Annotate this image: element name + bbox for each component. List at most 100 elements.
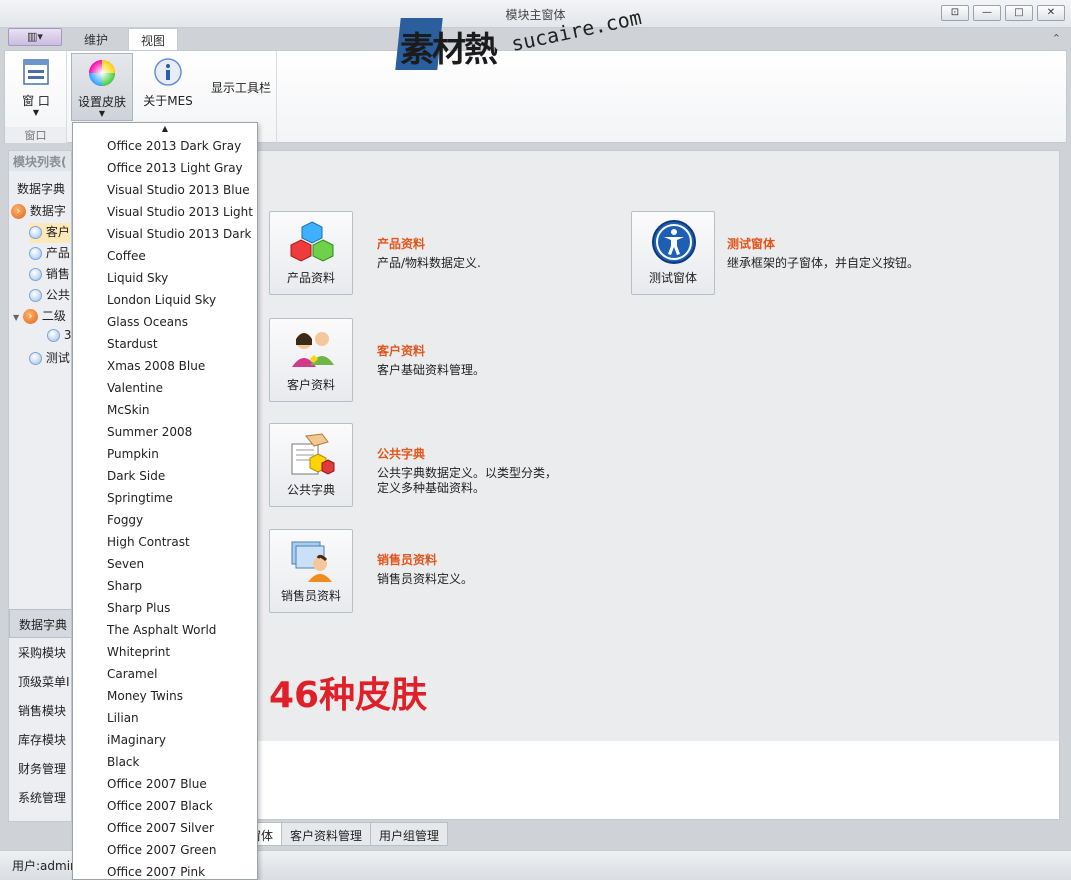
tab-maintain[interactable]: 维护	[72, 28, 120, 50]
watermark-logo: 素材熱	[395, 18, 518, 74]
module-dictionary-button[interactable]: 公共字典	[269, 423, 353, 507]
module-title[interactable]: 测试窗体	[727, 235, 775, 252]
minimize-button[interactable]: —	[973, 5, 1001, 21]
node-icon	[29, 352, 42, 365]
module-caption: 公共字典	[286, 483, 335, 497]
window-button[interactable]: 窗 口 ▼	[9, 53, 63, 121]
skin-menu-item[interactable]: Valentine	[73, 377, 257, 399]
nav-data-dict[interactable]: 数据字典	[9, 609, 71, 638]
module-group-title[interactable]: 数据字典	[9, 177, 71, 198]
nav-purchase[interactable]: 采购模块	[9, 638, 71, 667]
accessibility-icon	[652, 220, 696, 264]
tree-node-data-dict[interactable]: › 数据字	[11, 202, 66, 222]
customers-icon	[292, 332, 334, 367]
tree-node-product[interactable]: 产品	[29, 244, 70, 264]
skin-menu-item[interactable]: Office 2007 Silver	[73, 817, 257, 839]
close-button[interactable]: ✕	[1037, 5, 1065, 21]
skin-menu-item[interactable]: Office 2013 Light Gray	[73, 157, 257, 179]
show-toolbar-button[interactable]: 显示工具栏	[211, 79, 271, 96]
ribbon-group-label: 窗口	[5, 127, 66, 143]
collapse-ribbon-icon[interactable]: ⌃	[1052, 32, 1061, 45]
about-mes-button[interactable]: 关于MES	[137, 53, 199, 121]
nav-top-menu[interactable]: 顶级菜单I	[9, 667, 71, 696]
skin-menu-item[interactable]: Office 2007 Black	[73, 795, 257, 817]
tab-view[interactable]: 视图	[128, 28, 179, 50]
skin-menu-item[interactable]: Visual Studio 2013 Light	[73, 201, 257, 223]
skin-menu-item[interactable]: Visual Studio 2013 Dark	[73, 223, 257, 245]
document-tabs: 窗体 客户资料管理 用户组管理	[240, 822, 449, 846]
nav-inventory[interactable]: 库存模块	[9, 725, 71, 754]
skin-menu-item[interactable]: Visual Studio 2013 Blue	[73, 179, 257, 201]
node-icon	[47, 329, 60, 342]
skin-menu-item[interactable]: Xmas 2008 Blue	[73, 355, 257, 377]
module-test-button[interactable]: 测试窗体	[631, 211, 715, 295]
module-salesman-button[interactable]: 销售员资料	[269, 529, 353, 613]
expand-icon: ›	[11, 204, 26, 219]
module-title[interactable]: 销售员资料	[377, 551, 437, 568]
module-title[interactable]: 客户资料	[377, 342, 425, 359]
skin-menu-item[interactable]: Sharp	[73, 575, 257, 597]
skin-menu-item[interactable]: London Liquid Sky	[73, 289, 257, 311]
node-icon	[29, 268, 42, 281]
module-description: 公共字典数据定义。以类型分类， 定义多种基础资料。	[377, 466, 558, 495]
module-title[interactable]: 公共字典	[377, 445, 425, 462]
skin-menu-item[interactable]: High Contrast	[73, 531, 257, 553]
salesman-icon	[291, 541, 332, 582]
module-customer-button[interactable]: 客户资料	[269, 318, 353, 402]
nav-finance[interactable]: 财务管理	[9, 754, 71, 783]
skin-menu-item[interactable]: Black	[73, 751, 257, 773]
node-icon	[29, 289, 42, 302]
node-icon	[29, 247, 42, 260]
skin-menu-item[interactable]: McSkin	[73, 399, 257, 421]
window-controls: ⊡ — □ ✕	[941, 5, 1065, 21]
title-bar: 模块主窗体 ⊡ — □ ✕	[0, 0, 1071, 28]
skin-menu-item[interactable]: Office 2013 Dark Gray	[73, 135, 257, 157]
nav-system[interactable]: 系统管理	[9, 783, 71, 812]
skin-menu-item[interactable]: Foggy	[73, 509, 257, 531]
chevron-down-icon: ▼	[13, 313, 20, 322]
tree-node-public[interactable]: 公共	[29, 286, 70, 306]
scroll-up-icon[interactable]: ▲	[73, 123, 257, 135]
tree-node-test[interactable]: 测试	[29, 349, 70, 369]
skin-menu-item[interactable]: The Asphalt World	[73, 619, 257, 641]
skin-menu-item[interactable]: Seven	[73, 553, 257, 575]
module-title[interactable]: 产品资料	[377, 235, 425, 252]
tree-node-level2[interactable]: ▼ › 二级	[13, 307, 66, 327]
skin-menu-item[interactable]: Caramel	[73, 663, 257, 685]
skin-menu-item[interactable]: Glass Oceans	[73, 311, 257, 333]
skin-menu-item[interactable]: iMaginary	[73, 729, 257, 751]
skin-menu-item[interactable]: Money Twins	[73, 685, 257, 707]
doc-tab-usergroup[interactable]: 用户组管理	[370, 822, 449, 846]
maximize-button[interactable]: □	[1005, 5, 1033, 21]
skin-menu-item[interactable]: Coffee	[73, 245, 257, 267]
nav-sales[interactable]: 销售模块	[9, 696, 71, 725]
skin-menu-item[interactable]: Dark Side	[73, 465, 257, 487]
skin-menu-item[interactable]: Office 2007 Blue	[73, 773, 257, 795]
tree-node-level3[interactable]: 3	[47, 328, 71, 348]
tree-node-sales[interactable]: 销售	[29, 265, 70, 285]
expand-icon: ›	[22, 309, 38, 324]
skin-menu-item[interactable]: Sharp Plus	[73, 597, 257, 619]
module-description: 客户基础资料管理。	[377, 363, 486, 377]
skin-count-label: 46种皮肤	[269, 675, 428, 716]
module-description: 销售员资料定义。	[377, 572, 474, 586]
dictionary-icon	[291, 433, 335, 475]
restore-icon[interactable]: ⊡	[941, 5, 969, 21]
module-description: 继承框架的子窗体，并自定义按钮。	[727, 256, 920, 270]
skin-menu-item[interactable]: Liquid Sky	[73, 267, 257, 289]
tree-node-customer[interactable]: 客户	[29, 223, 70, 243]
module-product-button[interactable]: 产品资料	[269, 211, 353, 295]
skin-menu-item[interactable]: Office 2007 Pink	[73, 861, 257, 879]
skin-menu-item[interactable]: Pumpkin	[73, 443, 257, 465]
skin-menu-item[interactable]: Office 2007 Green	[73, 839, 257, 861]
skin-menu-item[interactable]: Lilian	[73, 707, 257, 729]
skin-button[interactable]: 设置皮肤 ▼	[71, 53, 133, 121]
node-icon	[29, 226, 42, 239]
app-menu-button[interactable]: ▥▾	[8, 28, 62, 46]
skin-menu-item[interactable]: Summer 2008	[73, 421, 257, 443]
skin-menu-item[interactable]: Stardust	[73, 333, 257, 355]
skin-menu-item[interactable]: Whiteprint	[73, 641, 257, 663]
skin-dropdown-menu: ▲ Office 2013 Dark Gray Office 2013 Light…	[72, 122, 258, 880]
skin-menu-item[interactable]: Springtime	[73, 487, 257, 509]
doc-tab-customer[interactable]: 客户资料管理	[281, 822, 372, 846]
